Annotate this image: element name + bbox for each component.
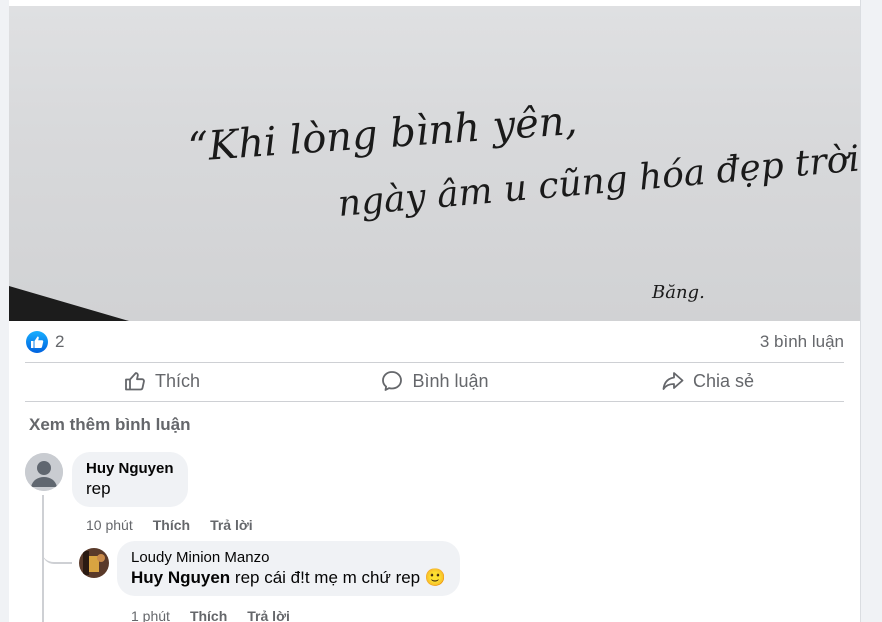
- comment-button[interactable]: Bình luận: [298, 363, 571, 399]
- comment-bubble: Huy Nguyen rep: [72, 452, 188, 507]
- divider: [25, 401, 844, 402]
- handwriting-image: “Khi lòng bình yên, ngày âm u cũng hóa đ…: [9, 98, 860, 321]
- reply-body: rep cái đ!t mẹ m chứ rep: [230, 568, 421, 587]
- post-card: “Khi lòng bình yên, ngày âm u cũng hóa đ…: [9, 0, 860, 622]
- default-avatar-icon: [25, 453, 63, 491]
- comment-reply-link[interactable]: Trả lời: [210, 517, 253, 533]
- like-count[interactable]: 2: [55, 332, 64, 352]
- smile-emoji: 🙂: [424, 568, 447, 587]
- comment-author[interactable]: Huy Nguyen: [86, 460, 174, 477]
- post-actions: Thích Bình luận Chia sẻ: [25, 363, 844, 399]
- like-button-label: Thích: [154, 370, 201, 391]
- card-edge: [860, 0, 861, 622]
- comment-icon: [382, 371, 403, 391]
- share-button[interactable]: Chia sẻ: [571, 363, 844, 399]
- handwriting-line-1: “Khi lòng bình yên,: [186, 98, 578, 171]
- share-button-label: Chia sẻ: [692, 370, 755, 391]
- reply-text: Huy Nguyen rep cái đ!t mẹ m chứ rep 🙂: [131, 568, 446, 588]
- post-photo[interactable]: “Khi lòng bình yên, ngày âm u cũng hóa đ…: [9, 6, 860, 321]
- mention-tag[interactable]: Huy Nguyen: [131, 568, 230, 587]
- reply-bubble: Loudy Minion Manzo Huy Nguyen rep cái đ!…: [117, 541, 461, 596]
- reply-meta: 1 phút Thích Trả lời: [131, 608, 290, 622]
- signature: Băng.: [651, 282, 705, 303]
- like-button[interactable]: Thích: [25, 363, 298, 399]
- see-more-comments-link[interactable]: Xem thêm bình luận: [29, 415, 191, 435]
- comment-count[interactable]: 3 bình luận: [760, 332, 844, 352]
- comment-like-link[interactable]: Thích: [153, 517, 190, 533]
- share-icon: [662, 372, 684, 390]
- user-photo-avatar: [79, 548, 109, 578]
- comment-time[interactable]: 10 phút: [86, 517, 133, 533]
- comment-meta: 10 phút Thích Trả lời: [86, 517, 253, 533]
- reply-author[interactable]: Loudy Minion Manzo: [131, 549, 446, 566]
- reply-time[interactable]: 1 phút: [131, 608, 170, 622]
- reaction-stats: 2 3 bình luận: [9, 321, 860, 363]
- thumbs-up-icon: [125, 372, 145, 391]
- avatar[interactable]: [25, 453, 63, 491]
- avatar[interactable]: [79, 548, 109, 578]
- like-reaction-icon[interactable]: [26, 331, 48, 353]
- comment-text: rep: [86, 479, 111, 498]
- reply-like-link[interactable]: Thích: [190, 608, 227, 622]
- comment-button-label: Bình luận: [412, 370, 489, 391]
- reply-reply-link[interactable]: Trả lời: [247, 608, 290, 622]
- thread-connector: [42, 540, 72, 564]
